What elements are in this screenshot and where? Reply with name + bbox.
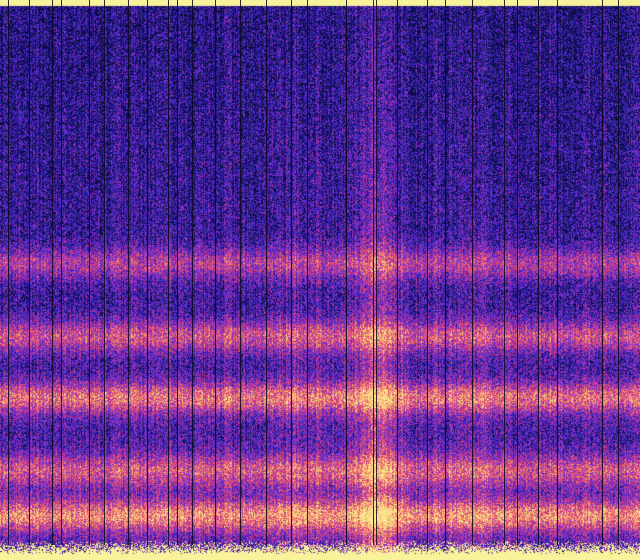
spectrogram: [0, 0, 640, 560]
dropout-lines: [8, 0, 619, 545]
